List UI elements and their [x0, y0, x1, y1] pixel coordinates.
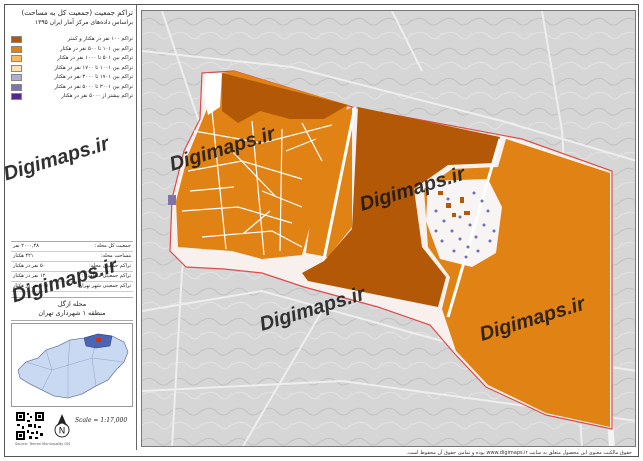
legend-label: تراکم بین ۱۰۰۱ تا ۱۷۰۰ نفر در هکتار [54, 64, 133, 71]
legend: تراکم ۱۰۰ نفر در هکتار و کمتر تراکم بین … [11, 35, 133, 102]
copyright-footer: حقوق مالکیت معنوی این محصول متعلق به سای… [406, 450, 632, 456]
legend-label: تراکم بین ۵۰۱ تا ۱۰۰۰ نفر در هکتار [57, 55, 133, 61]
stat-label: جمعیت کل محله: [94, 243, 131, 249]
legend-item: تراکم بین ۱۰۱ تا ۵۰۰ نفر در هکتار [11, 45, 133, 55]
stat-label: مساحت محله: [100, 253, 131, 259]
legend-item: تراکم بین ۱۷۰۱ تا ۳۰۰۰ نفر در هکتار [11, 73, 133, 83]
stat-row: مساحت محله: ۴۲۱ هکتار [11, 252, 133, 262]
legend-item: تراکم بین ۳۰۰۱ تا ۵۰۰۰ نفر در هکتار [11, 83, 133, 93]
map-footer-block: N Scale = 1:17,000 Source: Tehran Munici… [11, 409, 133, 449]
title-line-1: تراکم جمعیت (جمعیت کل به مساحت) [21, 9, 133, 17]
stat-value: ۵۰ نفر در هکتار [13, 263, 46, 269]
qr-code-icon [15, 411, 45, 441]
legend-swatch [11, 45, 22, 53]
inset-locator-map [11, 323, 133, 407]
map-canvas[interactable]: Digimaps.ir Digimaps.ir Digimaps.ir Digi… [142, 11, 636, 447]
legend-swatch [11, 93, 22, 100]
legend-swatch [11, 36, 22, 43]
legend-label: تراکم بین ۱۰۱ تا ۵۰۰ نفر در هکتار [60, 45, 133, 52]
stat-row: تراکم جمعیتی محله: ۵۰ نفر در هکتار [11, 262, 133, 272]
main-map[interactable]: Digimaps.ir Digimaps.ir Digimaps.ir Digi… [141, 10, 636, 447]
inset-map-svg [17, 333, 129, 399]
stat-row: جمعیت کل محله: ۲۰۰۰,۴۸ نفر [11, 242, 133, 252]
legend-label: تراکم بیشتر از ۵۰۰۰ نفر در هکتار [61, 93, 133, 99]
legend-item: تراکم بین ۱۰۰۱ تا ۱۷۰۰ نفر در هکتار [11, 64, 133, 74]
legend-swatch [11, 83, 22, 91]
neighborhood-marker [96, 338, 101, 342]
stat-row: تراکم جمعیتی منطقه ۱: ۱۲ نفر در هکتار [11, 272, 133, 282]
neighborhood-name: محله ازگل [57, 300, 87, 308]
svg-text:N: N [59, 427, 66, 437]
legend-item: تراکم بیشتر از ۵۰۰۰ نفر در هکتار [11, 92, 133, 102]
tehran-outline [17, 333, 129, 399]
stat-value: ۴۲۱ هکتار [13, 253, 34, 259]
map-sidebar: تراکم جمعیت (جمعیت کل به مساحت) براساس د… [5, 5, 137, 450]
stat-value: ۲۰۰۰,۴۸ نفر [13, 243, 39, 249]
stat-value: ۱۲ نفر در هکتار [13, 273, 46, 279]
stat-label: تراکم جمعیتی منطقه ۱: [81, 273, 131, 279]
small-zone-purple [168, 195, 176, 205]
map-title: تراکم جمعیت (جمعیت کل به مساحت) براساس د… [9, 9, 133, 27]
region-title: محله ازگل منطقه ۱ شهرداری تهران [11, 297, 133, 321]
legend-swatch [11, 64, 22, 72]
legend-item: تراکم بین ۵۰۱ تا ۱۰۰۰ نفر در هکتار [11, 54, 133, 64]
district-name: منطقه ۱ شهرداری تهران [38, 309, 106, 317]
credit-text: Source: Tehran Municipality GIS [15, 442, 71, 446]
stats-table: جمعیت کل محله: ۲۰۰۰,۴۸ نفر مساحت محله: ۴۲۱… [11, 241, 133, 292]
stat-label: تراکم جمعیتی محله: [89, 263, 131, 269]
stat-row: تراکم جمعیتی شهر تهران: ۱۰۵ نفر در هکتار [11, 282, 133, 292]
legend-label: تراکم بین ۳۰۰۱ تا ۵۰۰۰ نفر در هکتار [54, 83, 133, 90]
legend-label: تراکم بین ۱۷۰۱ تا ۳۰۰۰ نفر در هکتار [54, 74, 133, 80]
stat-value: ۱۰۵ نفر در هکتار [13, 283, 48, 289]
legend-label: تراکم ۱۰۰ نفر در هکتار و کمتر [67, 36, 133, 42]
legend-swatch [11, 55, 22, 62]
scale-text: Scale = 1:17,000 [75, 417, 128, 424]
legend-item: تراکم ۱۰۰ نفر در هکتار و کمتر [11, 35, 133, 45]
legend-swatch [11, 74, 22, 81]
stat-label: تراکم جمعیتی شهر تهران: [76, 283, 131, 289]
north-arrow-icon: N [54, 414, 70, 438]
title-line-2: براساس داده‌های مرکز آمار ایران ۱۳۹۵ [34, 19, 133, 26]
